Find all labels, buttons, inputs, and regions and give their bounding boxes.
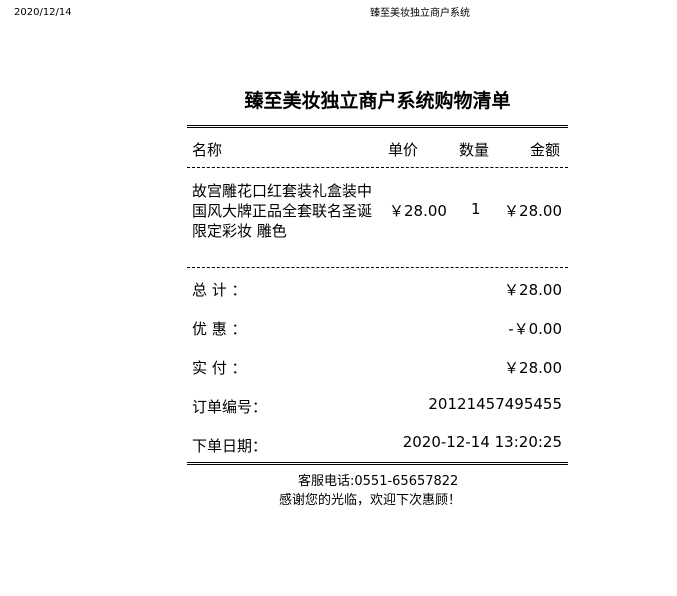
total-value: ￥28.00 bbox=[504, 281, 562, 299]
discount-value: -￥0.00 bbox=[508, 320, 562, 338]
paid-value: ￥28.00 bbox=[504, 359, 562, 377]
order-number-label: 订单编号： bbox=[192, 398, 268, 416]
column-header-amount: 金额 bbox=[530, 141, 561, 159]
service-phone: 客服电话:0551-65657822 bbox=[298, 474, 459, 489]
print-header-title: 臻至美妆独立商户系统 bbox=[370, 8, 470, 19]
order-date-label: 下单日期： bbox=[192, 437, 268, 455]
column-header-unit-price: 单价 bbox=[388, 141, 419, 159]
header-dashed-rule bbox=[187, 167, 568, 168]
order-number-value: 20121457495455 bbox=[428, 395, 562, 413]
item-name: 故宫雕花口红套装礼盒装中国风大牌正品全套联名圣诞限定彩妆 雕色 bbox=[192, 182, 373, 240]
item-quantity: 1 bbox=[471, 200, 481, 218]
total-label: 总 计 ： bbox=[192, 281, 247, 299]
paid-label: 实 付 ： bbox=[192, 359, 247, 377]
column-header-name: 名称 bbox=[192, 141, 223, 159]
top-double-rule bbox=[187, 125, 568, 128]
print-header-date: 2020/12/14 bbox=[14, 7, 72, 18]
item-unit-price: ￥28.00 bbox=[389, 202, 447, 220]
receipt-title: 臻至美妆独立商户系统购物清单 bbox=[244, 90, 511, 112]
bottom-double-rule bbox=[187, 462, 568, 465]
items-dashed-rule bbox=[187, 267, 568, 268]
column-header-quantity: 数量 bbox=[459, 141, 490, 159]
order-date-value: 2020-12-14 13:20:25 bbox=[402, 433, 562, 451]
thanks-message: 感谢您的光临，欢迎下次惠顾！ bbox=[279, 493, 462, 508]
discount-label: 优 惠 ： bbox=[192, 320, 247, 338]
item-amount: ￥28.00 bbox=[504, 202, 562, 220]
